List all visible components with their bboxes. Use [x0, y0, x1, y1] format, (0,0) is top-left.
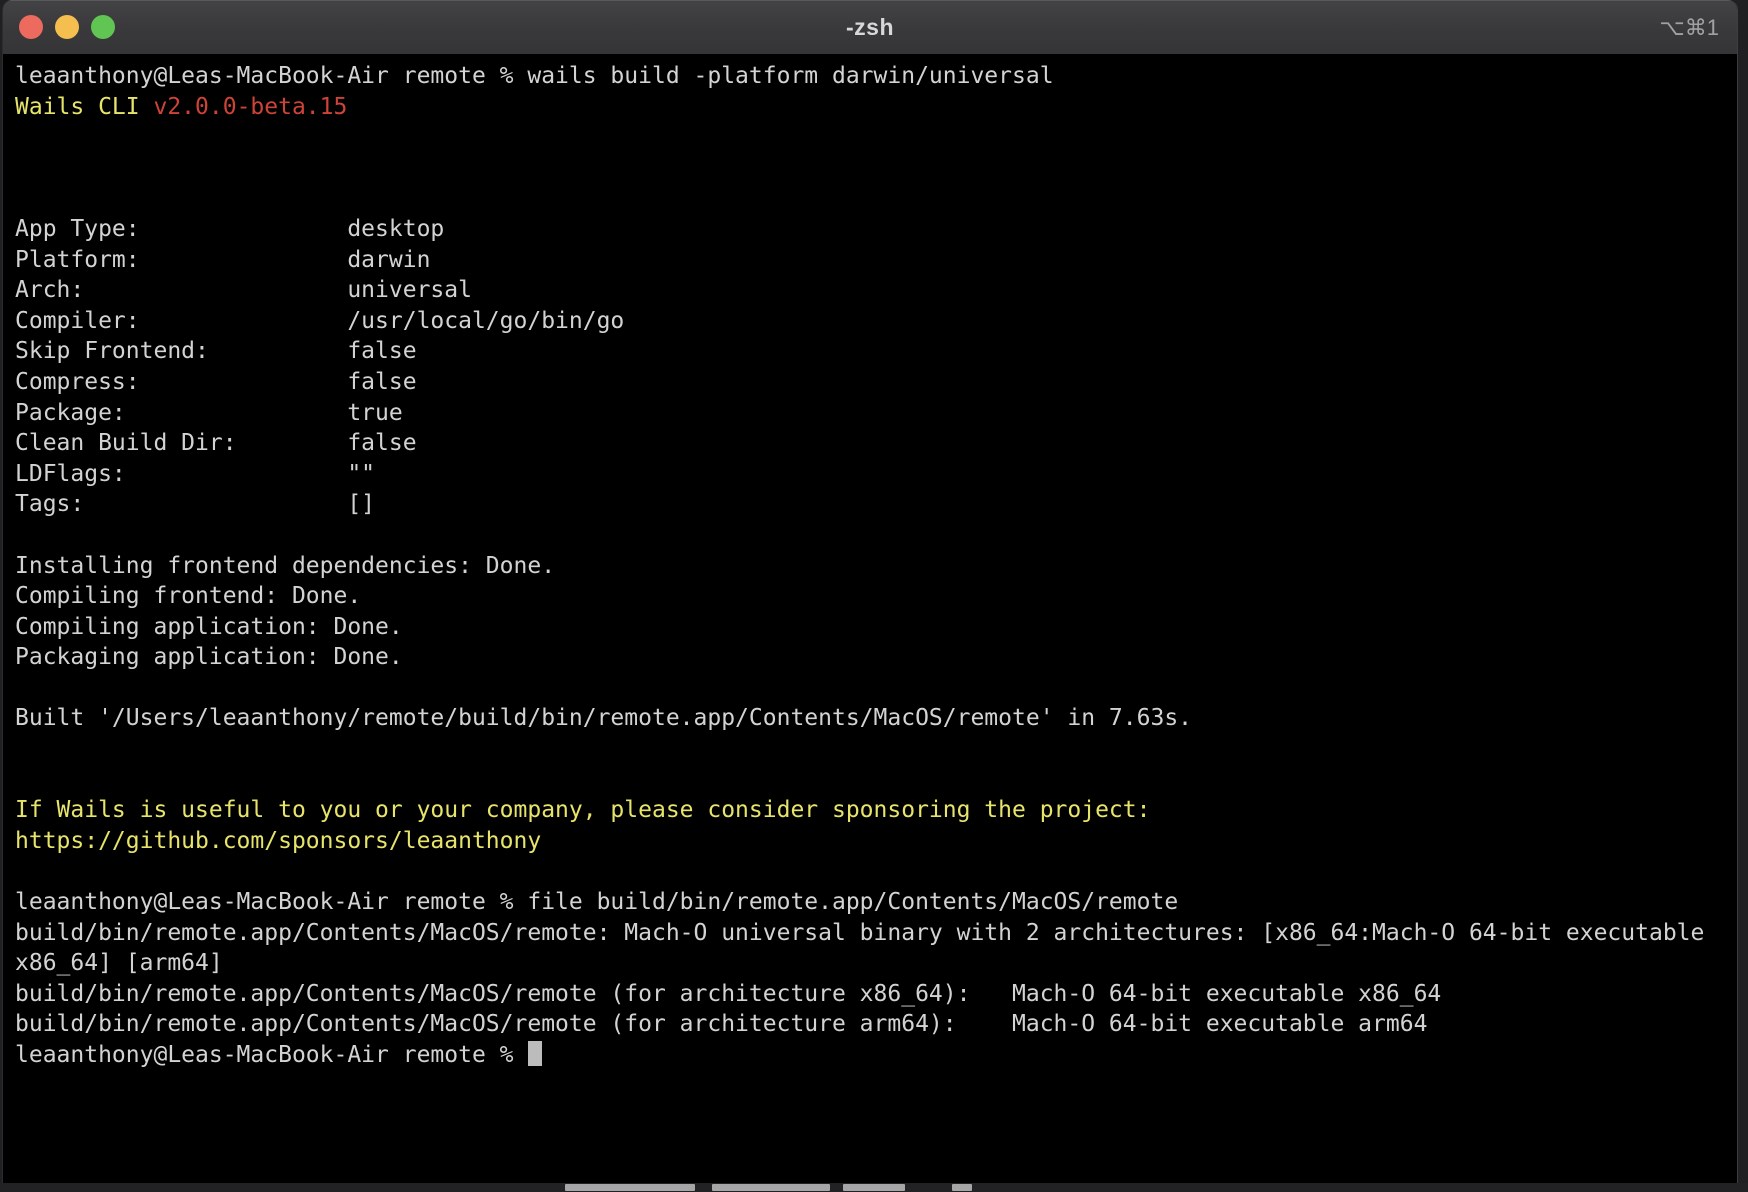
terminal-line: [15, 856, 1737, 887]
terminal-line: Package: true: [15, 398, 1737, 429]
window-title: -zsh: [3, 0, 1737, 55]
terminal-line: leaanthony@Leas-MacBook-Air remote % wai…: [15, 61, 1737, 92]
terminal-line: LDFlags: "": [15, 459, 1737, 490]
terminal-line: Compiler: /usr/local/go/bin/go: [15, 306, 1737, 337]
terminal-line: Packaging application: Done.: [15, 642, 1737, 673]
terminal-line: [15, 153, 1737, 184]
terminal-line: [15, 673, 1737, 704]
window-shortcut-badge: ⌥⌘1: [1659, 0, 1719, 55]
terminal-line: App Type: desktop: [15, 214, 1737, 245]
terminal-line: Clean Build Dir: false: [15, 428, 1737, 459]
background-window-sliver: [0, 1183, 1748, 1192]
terminal-line: Built '/Users/leaanthony/remote/build/bi…: [15, 703, 1737, 734]
terminal-line: build/bin/remote.app/Contents/MacOS/remo…: [15, 979, 1737, 1010]
terminal-line: Compress: false: [15, 367, 1737, 398]
background-window-fragment: [712, 1184, 830, 1191]
terminal-output[interactable]: leaanthony@Leas-MacBook-Air remote % wai…: [3, 55, 1737, 1183]
terminal-line: build/bin/remote.app/Contents/MacOS/remo…: [15, 1009, 1737, 1040]
terminal-line: Skip Frontend: false: [15, 336, 1737, 367]
terminal-window: -zsh ⌥⌘1 leaanthony@Leas-MacBook-Air rem…: [2, 0, 1738, 1183]
background-window-fragment: [952, 1184, 972, 1191]
terminal-line: https://github.com/sponsors/leaanthony: [15, 826, 1737, 857]
terminal-line: [15, 520, 1737, 551]
terminal-line: [15, 765, 1737, 796]
terminal-line: Compiling application: Done.: [15, 612, 1737, 643]
terminal-line: [15, 122, 1737, 153]
terminal-line: Arch: universal: [15, 275, 1737, 306]
terminal-line: Compiling frontend: Done.: [15, 581, 1737, 612]
terminal-line: [15, 734, 1737, 765]
desktop: -zsh ⌥⌘1 leaanthony@Leas-MacBook-Air rem…: [0, 0, 1748, 1192]
terminal-line: [15, 183, 1737, 214]
terminal-line: leaanthony@Leas-MacBook-Air remote %: [15, 1040, 1737, 1071]
terminal-line: x86_64] [arm64]: [15, 948, 1737, 979]
terminal-line: leaanthony@Leas-MacBook-Air remote % fil…: [15, 887, 1737, 918]
terminal-line: If Wails is useful to you or your compan…: [15, 795, 1737, 826]
terminal-cursor: [528, 1041, 542, 1066]
terminal-line: Wails CLI v2.0.0-beta.15: [15, 92, 1737, 123]
terminal-line: Tags: []: [15, 489, 1737, 520]
terminal-line: build/bin/remote.app/Contents/MacOS/remo…: [15, 918, 1737, 949]
terminal-line: Platform: darwin: [15, 245, 1737, 276]
background-window-fragment: [843, 1184, 905, 1191]
background-window-fragment: [565, 1184, 695, 1191]
terminal-line: Installing frontend dependencies: Done.: [15, 551, 1737, 582]
window-titlebar[interactable]: -zsh ⌥⌘1: [3, 0, 1737, 55]
